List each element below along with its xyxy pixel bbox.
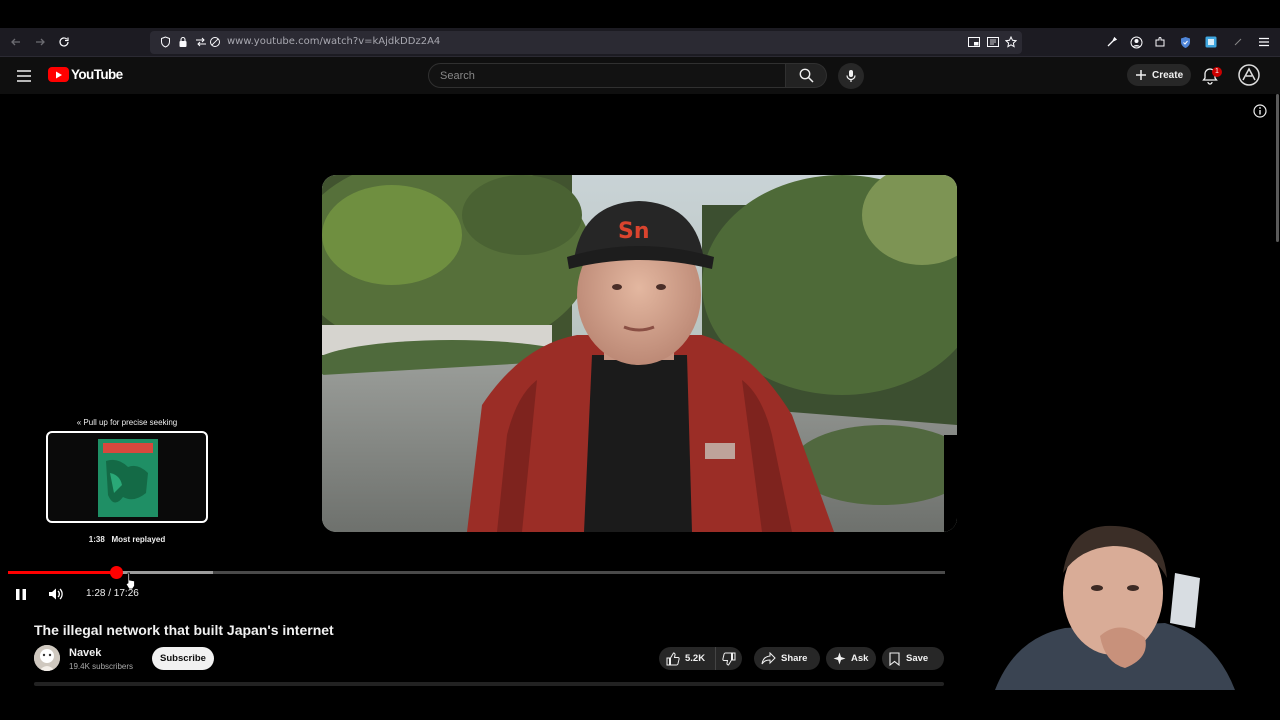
sparkle-icon bbox=[833, 652, 846, 665]
overflow-extension-icon[interactable] bbox=[1230, 34, 1246, 50]
privacy-extension-icon[interactable] bbox=[1177, 34, 1193, 50]
picture-in-picture-icon[interactable] bbox=[966, 34, 982, 50]
youtube-logo[interactable]: YouTube bbox=[48, 67, 123, 82]
plus-icon bbox=[1136, 70, 1146, 80]
lock-icon[interactable] bbox=[175, 34, 191, 50]
preview-label: Most replayed bbox=[111, 535, 166, 544]
user-avatar[interactable] bbox=[1238, 64, 1260, 86]
search-button[interactable] bbox=[786, 63, 827, 88]
forward-icon[interactable] bbox=[30, 33, 50, 53]
thumbs-up-icon bbox=[666, 651, 680, 665]
chevron-up-icon: « bbox=[76, 418, 82, 427]
ask-label: Ask bbox=[851, 653, 869, 664]
shield-icon[interactable] bbox=[157, 34, 173, 50]
info-icon[interactable] bbox=[1253, 104, 1267, 118]
subscribe-button[interactable]: Subscribe bbox=[152, 647, 214, 670]
voice-search-button[interactable] bbox=[838, 63, 864, 89]
search-icon bbox=[799, 68, 814, 83]
share-icon bbox=[761, 652, 776, 665]
like-button[interactable]: 5.2K bbox=[659, 647, 716, 670]
like-dislike-group: 5.2K bbox=[659, 647, 742, 670]
seek-preview-thumbnail bbox=[46, 431, 208, 523]
hamburger-menu-icon[interactable] bbox=[17, 69, 31, 82]
pause-icon bbox=[16, 589, 26, 600]
address-bar[interactable]: www.youtube.com/watch?v=kAjdkDDz2A4 bbox=[150, 31, 1022, 54]
preview-timestamp: 1:38 bbox=[88, 535, 105, 544]
save-label: Save bbox=[906, 653, 929, 664]
subscriber-count: 19.4K subscribers bbox=[69, 662, 134, 671]
volume-icon bbox=[49, 588, 63, 600]
thumbs-down-icon bbox=[722, 652, 736, 666]
save-button[interactable]: Save bbox=[882, 647, 944, 670]
bookmark-icon bbox=[889, 651, 900, 666]
share-button[interactable]: Share bbox=[754, 647, 820, 670]
seek-preview-time: 1:38 Most replayed bbox=[47, 535, 207, 544]
translate-extension-icon[interactable] bbox=[1203, 34, 1219, 50]
url-text[interactable]: www.youtube.com/watch?v=kAjdkDDz2A4 bbox=[227, 36, 440, 47]
youtube-masthead: YouTube Search Create bbox=[0, 57, 1280, 94]
description-box-edge bbox=[34, 682, 944, 686]
extensions-icon[interactable] bbox=[1152, 34, 1168, 50]
search-input[interactable]: Search bbox=[428, 63, 786, 88]
search-placeholder: Search bbox=[440, 70, 475, 82]
video-frame[interactable]: Sn bbox=[322, 175, 957, 532]
reader-view-icon[interactable] bbox=[985, 34, 1001, 50]
channel-name[interactable]: Navek bbox=[69, 647, 101, 659]
volume-button[interactable] bbox=[47, 585, 65, 603]
window-top-strip bbox=[0, 0, 1280, 28]
app-menu-icon[interactable] bbox=[1256, 34, 1272, 50]
account-icon[interactable] bbox=[1128, 34, 1144, 50]
page-scrollbar[interactable] bbox=[1276, 94, 1279, 242]
bookmark-star-icon[interactable] bbox=[1003, 34, 1019, 50]
progress-scrubber-handle[interactable] bbox=[109, 566, 123, 579]
pause-button[interactable] bbox=[13, 586, 29, 602]
autoplay-blocked-icon[interactable] bbox=[207, 34, 223, 50]
dislike-button[interactable] bbox=[716, 652, 742, 666]
progress-bar[interactable] bbox=[8, 566, 945, 579]
progress-played bbox=[8, 571, 116, 574]
channel-avatar[interactable] bbox=[34, 645, 60, 671]
microphone-icon bbox=[846, 70, 856, 82]
youtube-play-logo-icon bbox=[48, 67, 69, 82]
browser-toolbar: www.youtube.com/watch?v=kAjdkDDz2A4 bbox=[0, 28, 1280, 57]
logo-wordmark: YouTube bbox=[71, 67, 123, 82]
tools-icon[interactable] bbox=[1104, 34, 1120, 50]
webcam-overlay bbox=[985, 518, 1247, 690]
time-display: 1:28 / 17:26 bbox=[86, 588, 139, 599]
create-label: Create bbox=[1152, 69, 1184, 81]
reload-icon[interactable] bbox=[54, 33, 74, 53]
create-button[interactable]: Create bbox=[1127, 64, 1191, 86]
ask-button[interactable]: Ask bbox=[826, 647, 876, 670]
notification-count-badge: 1 bbox=[1212, 67, 1222, 77]
share-label: Share bbox=[781, 653, 808, 664]
back-icon[interactable] bbox=[6, 33, 26, 53]
video-title: The illegal network that built Japan's i… bbox=[34, 622, 334, 638]
seek-hint: « Pull up for precise seeking bbox=[47, 418, 207, 427]
seek-hint-text: Pull up for precise seeking bbox=[83, 418, 178, 427]
like-count: 5.2K bbox=[685, 653, 706, 664]
svg-text:Sn: Sn bbox=[618, 219, 650, 244]
